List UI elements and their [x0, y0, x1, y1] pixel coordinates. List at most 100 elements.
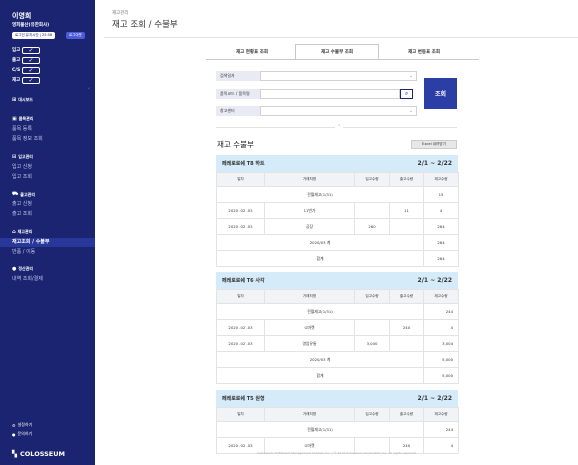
- carry-over-label: 전월재고(1/31): [216, 303, 424, 320]
- permission-label: C/S: [12, 67, 21, 73]
- sidebar-item-stock-ledger[interactable]: 재고조회 / 수불부: [12, 238, 50, 245]
- date-cell: 2020 .02 .03: [216, 218, 265, 235]
- tabs-divider: [206, 59, 479, 60]
- item-block: 페레로로쉐 T5 원형 2/1 ~ 2/22 일자 거래처명 입고수량 출고수량…: [216, 390, 459, 454]
- date-label: 검색일자: [216, 71, 260, 81]
- warehouse-label: 창고센터: [216, 106, 260, 116]
- sidebar-item-outbound-request[interactable]: 출고 신청: [12, 200, 32, 207]
- stock-cell: 15: [423, 186, 459, 203]
- stock-cell: 5,000: [423, 367, 459, 384]
- sidebar-item-inbound-search[interactable]: 입고 조회: [12, 173, 32, 180]
- tab-stock-change[interactable]: 재고 변동표 조회: [382, 44, 466, 59]
- item-header: 페레로로쉐 T5 원형 2/1 ~ 2/22: [216, 390, 458, 407]
- ledger-table: 일자 거래처명 입고수량 출고수량 재고수량 전월재고(1/31) 244 20…: [216, 289, 459, 384]
- copyright-footer: Colosseum Fulfillment Management Solutio…: [257, 451, 417, 455]
- table-header-row: 일자 거래처명 입고수량 출고수량 재고수량: [216, 407, 459, 422]
- sidebar-item-register-item[interactable]: 품목 등록: [12, 125, 32, 132]
- sidebar-section-inbound-mgmt: ⊟ 입고관리: [12, 154, 33, 160]
- permission-inbound: 입고 ✓: [12, 46, 40, 54]
- check-icon[interactable]: ✓: [22, 56, 40, 64]
- inbound-icon: ⊟: [12, 154, 17, 160]
- item-header: 페레로로쉐 T8 하트 2/1 ~ 2/22: [216, 155, 458, 172]
- chevron-down-icon: ⌄: [408, 108, 413, 114]
- item-name: 페레로로쉐 T6 사각: [222, 278, 265, 284]
- total-label: 합계: [216, 250, 424, 267]
- warehouse-select[interactable]: ⌄: [260, 106, 417, 116]
- check-icon[interactable]: ✓: [22, 76, 40, 84]
- sidebar-item-outbound-search[interactable]: 출고 조회: [12, 210, 32, 217]
- question-icon: ●: [12, 431, 16, 437]
- column-header-date: 일자: [216, 172, 265, 187]
- date-cell: 2020 .02 .03: [216, 335, 265, 352]
- permission-label: 출고: [12, 58, 21, 63]
- column-header-out: 출고수량: [389, 407, 424, 422]
- permission-label: 재고: [12, 78, 21, 83]
- carry-over-label: 전월재고(1/31): [216, 186, 424, 203]
- stock-cell: 244: [423, 421, 459, 438]
- column-header-in: 입고수량: [354, 289, 390, 304]
- out-cell: 240: [389, 319, 424, 336]
- sidebar-section-label: 출고관리: [20, 191, 36, 197]
- column-header-stock: 재고수량: [423, 407, 459, 422]
- truck-icon: ⛟: [12, 191, 19, 197]
- excel-download-button[interactable]: Excel 내려받기: [411, 140, 457, 149]
- logout-button[interactable]: 로그아웃: [66, 32, 85, 39]
- sidebar: 이영희 영희물산(유한회사) 로그인 유지시간 | 25:58 로그아웃 입고 …: [0, 0, 95, 465]
- sidebar-section-stock-mgmt: ⌂ 재고관리: [12, 229, 32, 235]
- app-window: 이영희 영희물산(유한회사) 로그인 유지시간 | 25:58 로그아웃 입고 …: [0, 0, 578, 465]
- tab-stock-status[interactable]: 재고 현황표 조회: [210, 44, 294, 59]
- sidebar-section-label: 품목관리: [18, 116, 34, 121]
- in-cell: 260: [354, 218, 390, 235]
- permission-label: 입고: [12, 48, 21, 53]
- stock-cell: 4: [423, 202, 459, 219]
- ledger-table: 일자 거래처명 입고수량 출고수량 재고수량 전월재고(1/31) 244 20…: [216, 407, 459, 454]
- user-name: 이영희: [12, 12, 32, 20]
- ledger-table: 일자 거래처명 입고수량 출고수량 재고수량 전월재고(1/31) 15 202…: [216, 172, 459, 267]
- colosseum-logo: ▚ COLOSSEUM: [12, 450, 65, 458]
- column-header-out: 출고수량: [389, 289, 424, 304]
- item-period: 2/1 ~ 2/22: [417, 395, 452, 402]
- table-header-row: 일자 거래처명 입고수량 출고수량 재고수량: [216, 289, 459, 304]
- stock-cell: 264: [423, 250, 459, 267]
- item-name: 페레로로쉐 T5 원형: [222, 396, 265, 402]
- collapse-toggle-icon[interactable]: ⌃: [335, 124, 344, 130]
- in-cell: 3,000: [354, 335, 390, 352]
- sidebar-section-item-mgmt: ▣ 품목관리: [12, 116, 33, 122]
- login-timer: 로그인 유지시간 | 25:58: [12, 32, 56, 39]
- user-company: 영희물산(유한회사): [12, 23, 50, 28]
- table-row: 합계 5,000: [216, 367, 459, 384]
- table-row: 2020 .02 .03 G마켓 240 4: [216, 319, 459, 336]
- search-icon[interactable]: ⌕: [400, 89, 413, 99]
- section-title: 재고 수불부: [217, 140, 254, 149]
- check-icon[interactable]: ✓: [22, 46, 40, 54]
- collapse-arrow-icon[interactable]: ‹: [88, 86, 90, 92]
- query-button[interactable]: 조회: [424, 78, 457, 109]
- sidebar-section-label: 정산관리: [18, 266, 34, 271]
- inquiry-label: 문의하기: [17, 431, 33, 436]
- logo-text: COLOSSEUM: [20, 450, 65, 458]
- sidebar-item-return-move[interactable]: 반품 / 이동: [12, 248, 35, 255]
- sidebar-section-outbound-mgmt: ⛟ 출고관리: [12, 191, 35, 198]
- column-header-stock: 재고수량: [423, 289, 459, 304]
- tab-stock-ledger[interactable]: 재고 수불부 조회: [295, 44, 379, 59]
- sidebar-item-history-payment[interactable]: 내역 조회/결제: [12, 275, 43, 282]
- date-cell: 2020 .02 .03: [216, 319, 265, 336]
- inquiry-link[interactable]: ● 문의하기: [12, 431, 32, 437]
- date-cell: 2020 .02 .03: [216, 202, 265, 219]
- settings-link[interactable]: ⚙ 설정하기: [12, 422, 32, 428]
- partner-cell: 11번가: [264, 202, 355, 219]
- in-cell: [354, 319, 390, 336]
- column-header-partner: 거래처명: [264, 172, 355, 187]
- sidebar-item-dashboard[interactable]: ⊞ 대시보드: [12, 97, 33, 103]
- colosseum-mark-icon: ▚: [12, 450, 17, 458]
- date-select[interactable]: ⌄: [260, 71, 417, 81]
- column-header-partner: 거래처명: [264, 407, 355, 422]
- column-header-date: 일자: [216, 407, 265, 422]
- item-code-input[interactable]: [260, 89, 400, 99]
- check-icon[interactable]: ✓: [22, 66, 40, 74]
- item-period: 2/1 ~ 2/22: [417, 160, 452, 167]
- sidebar-section-label: 입고관리: [18, 154, 33, 159]
- chevron-down-icon: ⌄: [408, 73, 413, 79]
- sidebar-item-inbound-request[interactable]: 입고 신청: [12, 163, 32, 170]
- sidebar-item-item-info[interactable]: 품목 정보 조회: [12, 135, 43, 142]
